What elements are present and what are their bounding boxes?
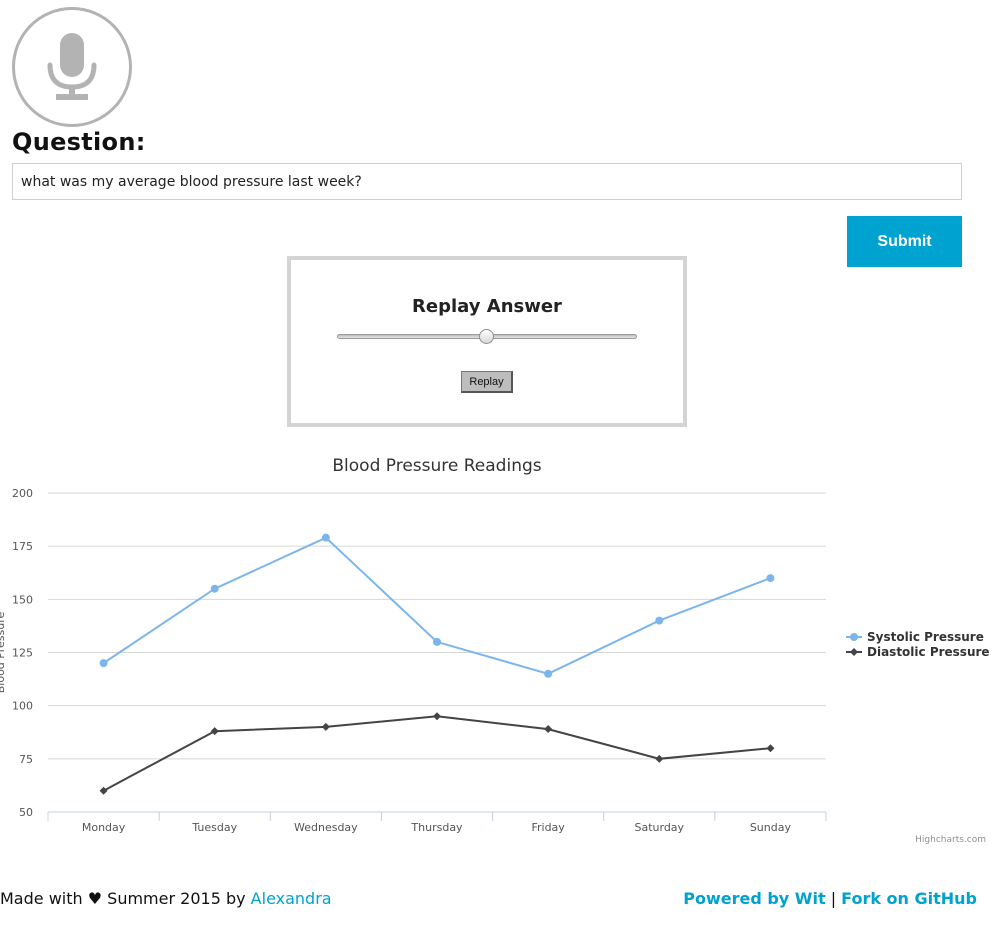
data-point xyxy=(321,722,330,731)
page: Question: Submit Replay Answer Replay Bl… xyxy=(0,0,995,931)
chart-credits: Highcharts.com xyxy=(915,835,986,845)
series-line-1 xyxy=(103,536,771,675)
made-with-prefix: Made with xyxy=(0,889,83,908)
footer-credits: Made with ♥ Summer 2015 by Alexandra xyxy=(0,889,332,908)
data-point xyxy=(766,574,775,583)
question-label: Question: xyxy=(12,128,146,156)
x-tick-label: Friday xyxy=(531,821,565,834)
y-tick-label: 125 xyxy=(12,647,33,660)
data-point xyxy=(433,637,441,646)
y-tick-label: 175 xyxy=(12,540,33,553)
data-point xyxy=(99,786,108,795)
data-point xyxy=(210,727,219,736)
replay-panel: Replay Answer Replay xyxy=(287,256,687,427)
replay-slider-thumb[interactable] xyxy=(479,329,494,344)
y-tick-label: 100 xyxy=(12,700,33,713)
data-point xyxy=(544,669,553,678)
y-tick-label: 50 xyxy=(19,806,33,819)
legend-marker xyxy=(850,633,858,641)
blood-pressure-chart: Blood Pressure Readings 50 75 100 125 150 175 2… xyxy=(0,445,995,855)
x-tick-label: Wednesday xyxy=(294,821,358,834)
data-point xyxy=(766,744,775,753)
series-line-2 xyxy=(103,715,771,792)
microphone-button[interactable] xyxy=(12,7,132,127)
footer-separator: | xyxy=(830,889,837,908)
author-link[interactable]: Alexandra xyxy=(251,889,332,908)
data-point xyxy=(321,533,330,542)
x-tick-label: Thursday xyxy=(410,821,463,834)
data-point xyxy=(433,712,441,721)
data-point xyxy=(210,584,219,593)
replay-slider[interactable] xyxy=(337,329,637,344)
powered-by-wit-link[interactable]: Powered by Wit xyxy=(683,889,825,908)
data-point xyxy=(99,659,108,668)
legend-marker xyxy=(850,648,858,656)
legend-item: Diastolic Pressure xyxy=(867,645,990,659)
data-point xyxy=(655,616,664,625)
replay-title: Replay Answer xyxy=(412,296,562,317)
y-tick-label: 75 xyxy=(19,753,33,766)
y-tick-label: 150 xyxy=(12,593,33,606)
legend-item: Systolic Pressure xyxy=(867,630,984,644)
heart-icon: ♥ xyxy=(87,889,103,908)
x-tick-label: Tuesday xyxy=(191,821,237,834)
x-tick-label: Monday xyxy=(82,821,126,834)
y-axis-label: Blood Pressure xyxy=(0,612,7,694)
chart-svg: Blood Pressure Readings 50 75 100 125 150 175 2… xyxy=(0,456,990,845)
x-tick-label: Sunday xyxy=(750,821,792,834)
fork-on-github-link[interactable]: Fork on GitHub xyxy=(841,889,977,908)
footer-links: Powered by Wit | Fork on GitHub xyxy=(683,889,977,908)
replay-button[interactable]: Replay xyxy=(461,371,513,393)
question-input[interactable] xyxy=(12,163,962,200)
chart-title: Blood Pressure Readings xyxy=(332,456,541,476)
data-point xyxy=(544,725,553,734)
x-tick-label: Saturday xyxy=(634,821,684,834)
data-point xyxy=(655,754,664,763)
microphone-icon xyxy=(47,33,97,100)
made-with-suffix: Summer 2015 by xyxy=(107,889,246,908)
y-tick-label: 200 xyxy=(12,487,33,500)
submit-button[interactable]: Submit xyxy=(847,216,962,267)
